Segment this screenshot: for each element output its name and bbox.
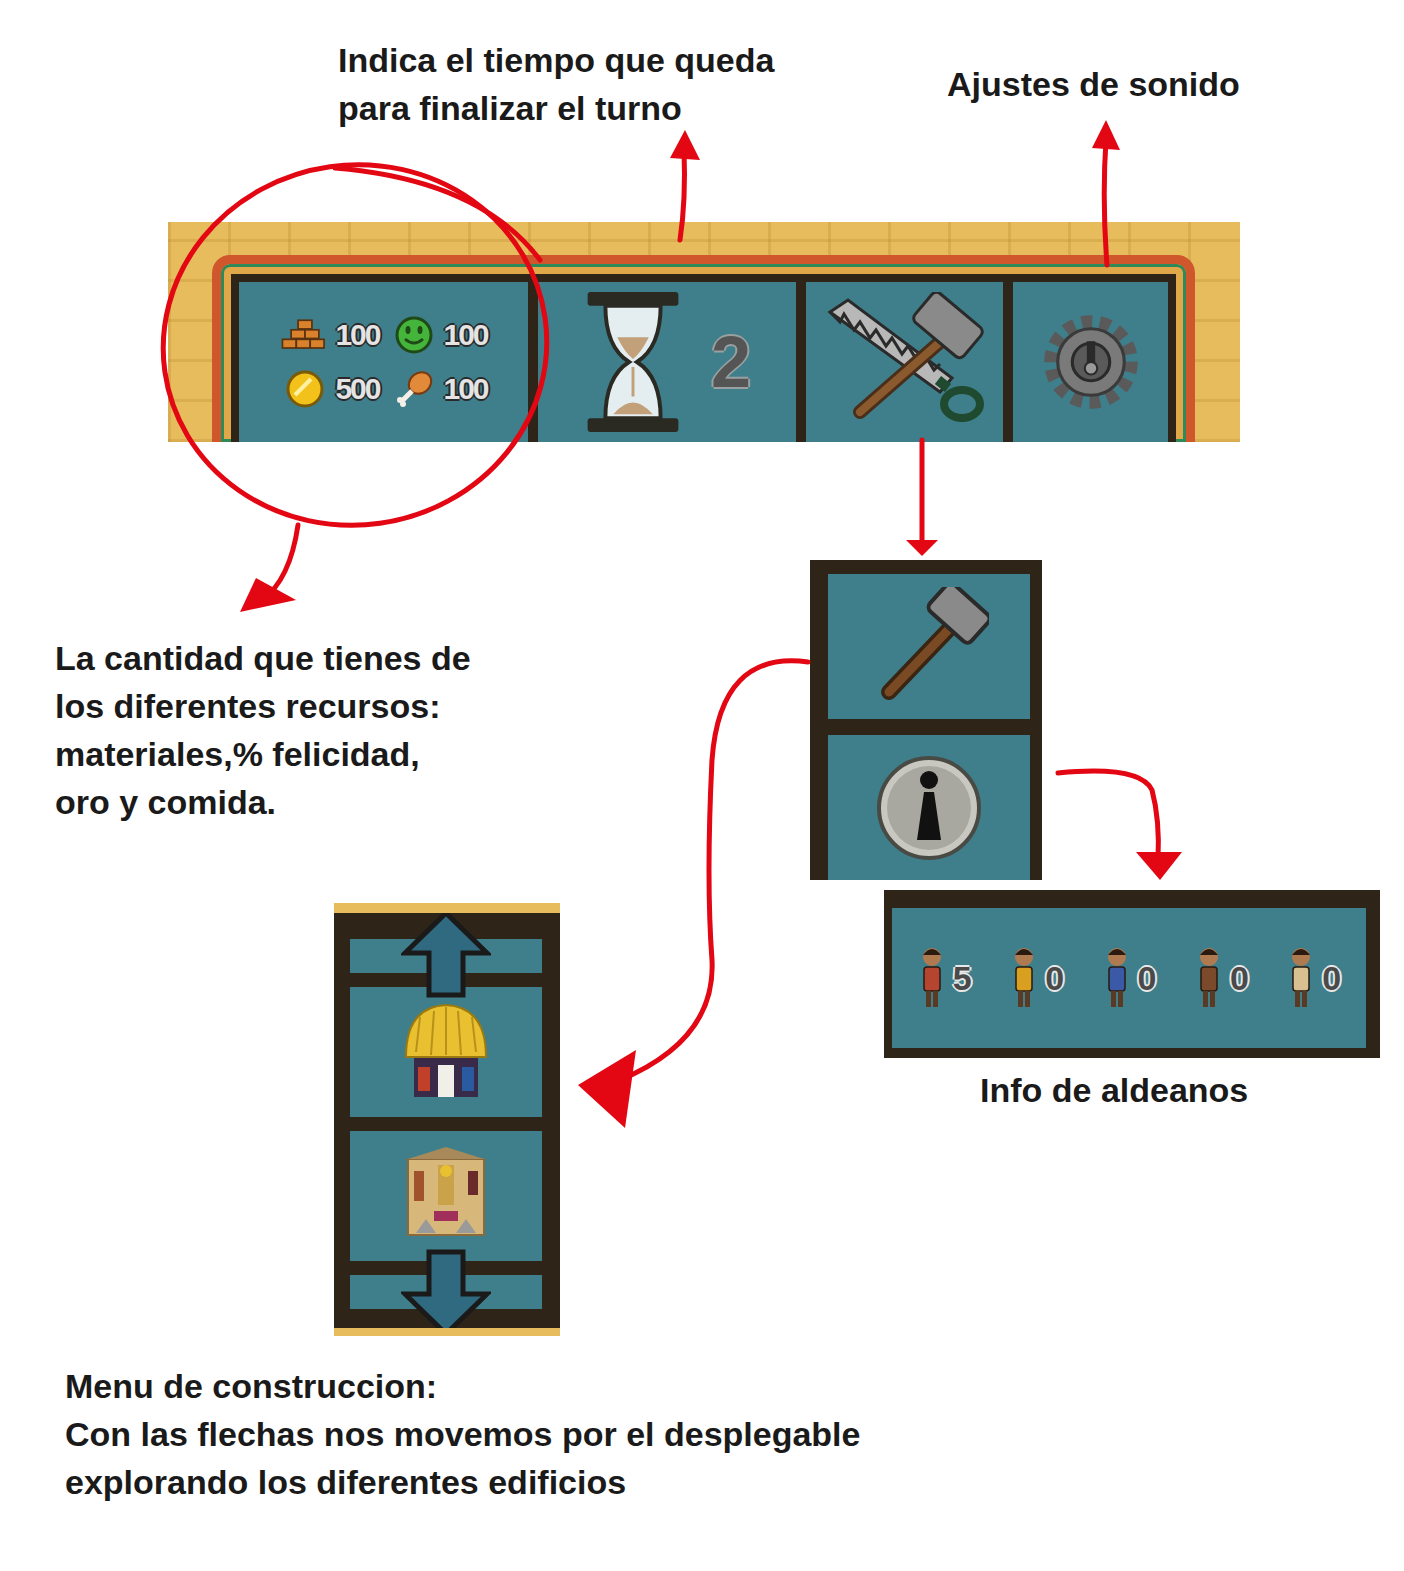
scroll-down-arrow-icon[interactable] bbox=[401, 1248, 491, 1336]
hut-icon bbox=[396, 997, 496, 1107]
bricks-icon bbox=[279, 315, 331, 355]
building-option[interactable] bbox=[350, 1131, 542, 1261]
resource-value: 500 bbox=[335, 372, 379, 406]
villager-count: 5 bbox=[953, 959, 972, 998]
annotation-arrows bbox=[0, 0, 1404, 1571]
villager-icon bbox=[1009, 943, 1039, 1013]
build-menu-note: Menu de construccion:Con las flechas nos… bbox=[65, 1362, 860, 1506]
resource: 100 bbox=[388, 315, 488, 355]
villagers-panel: 5 0 0 0 0 bbox=[884, 890, 1380, 1058]
villager-icon bbox=[917, 943, 947, 1013]
hammer-icon bbox=[869, 587, 989, 707]
top-bar-trim: 100 100 500 100 2 bbox=[212, 255, 1195, 442]
resource-value: 100 bbox=[444, 372, 488, 406]
top-bar: 100 100 500 100 2 bbox=[168, 222, 1240, 442]
smiley-icon bbox=[388, 315, 440, 355]
gear-icon bbox=[1039, 310, 1143, 414]
turn-timer-note: Indica el tiempo que quedapara finalizar… bbox=[338, 36, 774, 132]
villager: 0 bbox=[1194, 943, 1249, 1013]
resources-panel: 100 100 500 100 bbox=[239, 282, 528, 442]
drumstick-icon bbox=[388, 369, 440, 409]
resource-value: 100 bbox=[444, 318, 488, 352]
resource: 100 bbox=[279, 315, 379, 355]
sound-settings-button[interactable] bbox=[1013, 282, 1168, 442]
construction-button[interactable] bbox=[828, 574, 1030, 719]
villager-icon bbox=[1286, 943, 1316, 1013]
scroll-up-arrow-icon[interactable] bbox=[401, 909, 491, 999]
saw-hammer-icon bbox=[820, 292, 990, 432]
house-icon bbox=[396, 1141, 496, 1251]
villager-count: 0 bbox=[1322, 959, 1341, 998]
resource-value: 100 bbox=[335, 318, 379, 352]
build-dropdown bbox=[810, 560, 1042, 880]
resource: 100 bbox=[388, 369, 488, 409]
villager-count: 0 bbox=[1045, 959, 1064, 998]
villager: 0 bbox=[1286, 943, 1341, 1013]
building-option[interactable] bbox=[350, 987, 542, 1117]
top-bar-panels: 100 100 500 100 2 bbox=[231, 274, 1176, 442]
villager: 0 bbox=[1009, 943, 1064, 1013]
info-icon bbox=[869, 748, 989, 868]
villager-count: 0 bbox=[1138, 959, 1157, 998]
villagers-note: Info de aldeanos bbox=[980, 1066, 1248, 1114]
hourglass-icon bbox=[583, 288, 683, 436]
resource: 500 bbox=[279, 369, 379, 409]
construction-menu bbox=[334, 903, 560, 1336]
villager-count: 0 bbox=[1230, 959, 1249, 998]
ui-guide: Indica el tiempo que quedapara finalizar… bbox=[0, 0, 1404, 1571]
resources-note: La cantidad que tienes delos diferentes … bbox=[55, 634, 471, 826]
villager: 0 bbox=[1102, 943, 1157, 1013]
villager: 5 bbox=[917, 943, 972, 1013]
villager-info-button[interactable] bbox=[828, 735, 1030, 880]
turn-timer-panel: 2 bbox=[538, 282, 796, 442]
coin-icon bbox=[279, 369, 331, 409]
sound-note: Ajustes de sonido bbox=[947, 60, 1240, 108]
villager-icon bbox=[1194, 943, 1224, 1013]
turn-time-value: 2 bbox=[711, 321, 751, 403]
build-button[interactable] bbox=[806, 282, 1003, 442]
villagers-list: 5 0 0 0 0 bbox=[892, 908, 1366, 1048]
villager-icon bbox=[1102, 943, 1132, 1013]
